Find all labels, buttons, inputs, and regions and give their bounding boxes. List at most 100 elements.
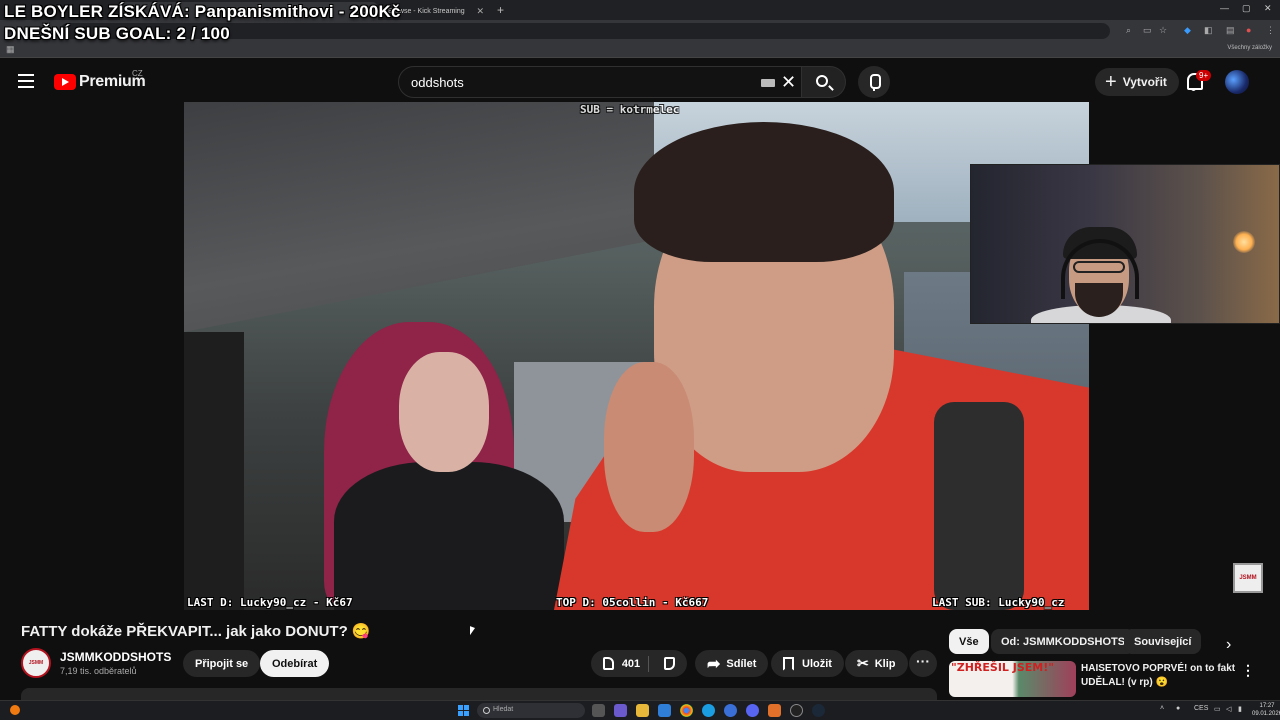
top-donation-text: TOP D: 05collin - Kč667 (556, 596, 709, 609)
share-icon: ➦ (707, 655, 721, 673)
clear-search-icon[interactable]: ✕ (781, 72, 796, 93)
search-button[interactable] (802, 66, 846, 98)
windows-taskbar: Hledat ˄ ● CES ▭ ◁ ▮ 17:27 09.01.2026 (0, 700, 1280, 720)
search-icon (816, 75, 828, 87)
country-code: CZ (132, 69, 143, 78)
all-bookmarks-link[interactable]: Všechny záložky (1227, 45, 1272, 51)
video-person (634, 122, 894, 262)
channel-name[interactable]: JSMMKODDSHOTS (60, 650, 171, 664)
chrome-icon[interactable] (680, 704, 693, 717)
bookmarks-bar: ▦ Všechny záložky (0, 42, 1280, 58)
window-close-button[interactable]: ✕ (1264, 3, 1272, 14)
description-box[interactable] (21, 688, 937, 700)
language-indicator[interactable]: CES (1194, 705, 1208, 712)
windows-start-icon[interactable] (458, 705, 469, 716)
widgets-icon[interactable] (10, 705, 20, 715)
last-donation-text: LAST D: Lucky90_cz - Kč67 (187, 596, 353, 609)
extension-icon[interactable]: ● (1246, 25, 1251, 35)
edge-icon[interactable] (702, 704, 715, 717)
network-icon[interactable]: ▭ (1214, 705, 1221, 713)
glasses-icon (1073, 261, 1125, 273)
zoom-icon[interactable]: ⌕ (1126, 25, 1131, 36)
menu-hamburger-icon[interactable] (18, 74, 34, 88)
notification-badge: 9+ (1196, 70, 1212, 81)
join-button[interactable]: Připojit se (183, 650, 261, 677)
share-button[interactable]: ➦ Sdílet (695, 650, 769, 677)
chevron-right-icon[interactable]: › (1226, 636, 1231, 654)
video-player[interactable]: SUB = kotrmelec LAST D: Lucky90_cz - Kč6… (184, 102, 1089, 610)
voice-search-button[interactable] (858, 66, 890, 98)
keyboard-icon[interactable] (761, 79, 775, 87)
sub-command-text: SUB = kotrmelec (580, 103, 680, 116)
clock-date: 09.01.2026 (1252, 711, 1280, 717)
create-label: Vytvořit (1122, 75, 1167, 89)
video-backpack-strap (934, 402, 1024, 610)
obs-icon[interactable] (790, 704, 803, 717)
bookmark-star-icon[interactable]: ☆ (1159, 25, 1167, 36)
lamp-light (1233, 231, 1255, 253)
account-avatar[interactable] (1225, 70, 1249, 94)
app-icon[interactable] (614, 704, 627, 717)
like-divider (648, 656, 649, 672)
tray-chevron-icon[interactable]: ˄ (1160, 705, 1164, 712)
recommendation-thumbnail[interactable]: "ZHŘEŠIL JSEM!" (949, 661, 1076, 697)
streamer-webcam (970, 164, 1280, 324)
mouse-cursor-icon (470, 626, 480, 639)
share-label: Sdílet (726, 657, 757, 670)
video-person (399, 352, 489, 472)
menu-icon[interactable]: ⋮ (1266, 25, 1275, 36)
search-input[interactable]: oddshots ✕ (398, 66, 802, 98)
save-button[interactable]: Uložit (771, 650, 844, 677)
kebab-menu-icon[interactable]: ⋮ (1241, 662, 1255, 679)
video-canopy (184, 102, 654, 332)
close-icon[interactable]: ✕ (476, 6, 484, 17)
chip-from-channel[interactable]: Od: JSMMKODDSHOTS (991, 629, 1136, 654)
scissors-icon: ✂ (857, 655, 869, 671)
system-clock[interactable]: 17:27 09.01.2026 (1252, 702, 1280, 718)
like-count: 401 (621, 657, 641, 670)
thumbs-down-icon[interactable] (664, 657, 675, 670)
subscribe-label: Odebírat (272, 657, 318, 670)
new-tab-button[interactable]: + (497, 3, 504, 17)
cast-icon[interactable]: ▭ (1143, 25, 1152, 36)
task-view-icon[interactable] (592, 704, 605, 717)
last-sub-text: LAST SUB: Lucky90_cz (932, 596, 1065, 609)
video-person (334, 462, 564, 610)
maximize-button[interactable]: ▢ (1242, 3, 1251, 14)
store-icon[interactable] (658, 704, 671, 717)
donation-overlay: LE BOYLER ZÍSKÁVÁ: Panpanismithovi - 200… (4, 2, 401, 21)
file-explorer-icon[interactable] (636, 704, 649, 717)
more-actions-button[interactable]: ··· (909, 650, 937, 677)
chip-all[interactable]: Vše (949, 629, 989, 654)
app-icon[interactable] (768, 704, 781, 717)
app-icon[interactable] (724, 704, 737, 717)
extension-icon[interactable]: ▤ (1226, 25, 1235, 36)
create-button[interactable]: + Vytvořit (1095, 68, 1179, 96)
apps-icon[interactable]: ▦ (6, 44, 15, 55)
extension-icon[interactable]: ◆ (1184, 25, 1191, 36)
like-button[interactable]: 401 (591, 650, 687, 677)
channel-avatar[interactable]: JSMM (21, 648, 51, 678)
subscribe-button[interactable]: Odebírat (260, 650, 330, 677)
youtube-play-icon (54, 74, 76, 90)
extension-icon[interactable]: ◧ (1204, 25, 1213, 36)
recommendation-title[interactable]: HAISETOVO POPRVÉ! on to fakt UDĚLAL! (v … (1081, 662, 1237, 690)
tray-icon[interactable]: ● (1176, 705, 1180, 712)
discord-icon[interactable] (746, 704, 759, 717)
bookmark-icon (783, 656, 794, 671)
clock-time: 17:27 (1259, 703, 1275, 709)
video-hand (604, 362, 694, 532)
battery-icon[interactable]: ▮ (1238, 705, 1242, 713)
minimize-button[interactable]: — (1220, 3, 1229, 13)
chip-related[interactable]: Související (1124, 629, 1202, 654)
video-person (184, 332, 244, 610)
volume-icon[interactable]: ◁ (1226, 705, 1231, 713)
video-title: FATTY dokáže PŘEKVAPIT... jak jako DONUT… (21, 623, 371, 640)
search-value: oddshots (411, 75, 464, 90)
join-label: Připojit se (195, 657, 249, 670)
thumbs-up-icon (603, 657, 614, 670)
taskbar-search-input[interactable]: Hledat (477, 703, 585, 718)
channel-watermark-logo[interactable]: JSMM (1233, 563, 1263, 593)
steam-icon[interactable] (812, 704, 825, 717)
clip-button[interactable]: ✂ Klip (845, 650, 908, 677)
